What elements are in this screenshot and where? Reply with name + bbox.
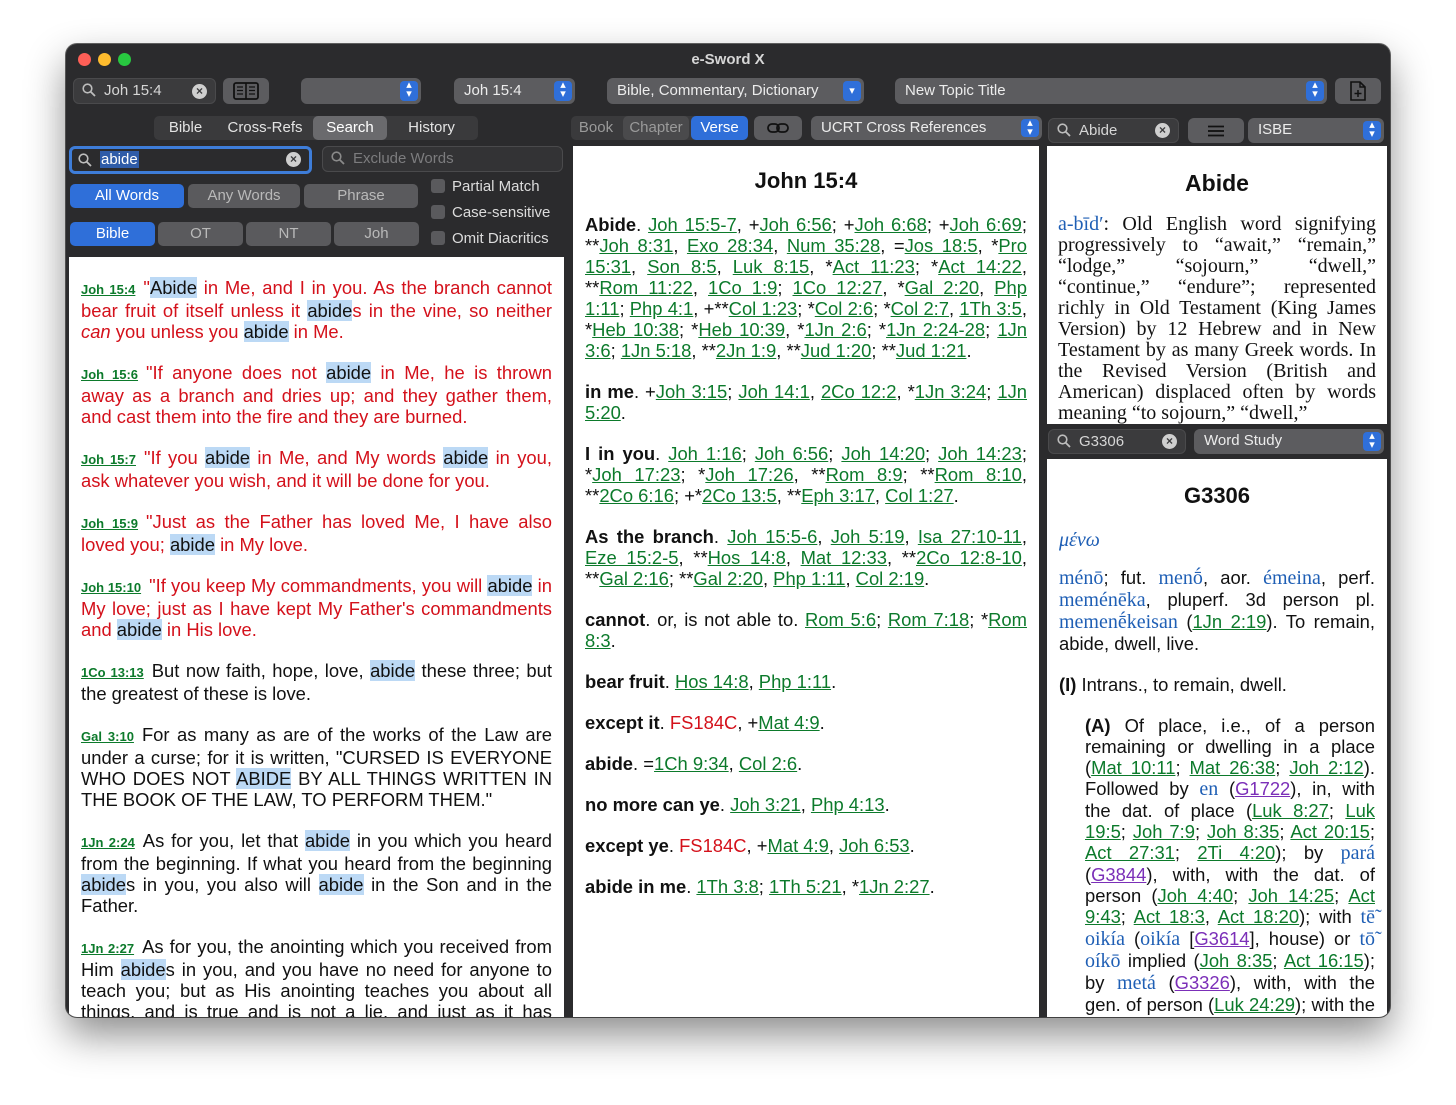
- word-study-controls: G3306 × Word Study ▴ ▾: [1046, 428, 1386, 458]
- bible-version-popup[interactable]: ▴ ▾: [301, 78, 421, 104]
- mode-all-words[interactable]: All Words: [70, 184, 184, 208]
- list-item[interactable]: Joh 15:4 "Abide in Me, and I in you. As t…: [81, 277, 552, 342]
- list-item[interactable]: 1Jn 2:24 As for you, let that abide in yo…: [81, 830, 552, 916]
- word-study-heading: G3306: [1183, 483, 1251, 508]
- topic-popup[interactable]: New Topic Title ▴ ▾: [895, 78, 1327, 104]
- chevron-updown-icon: ▴ ▾: [1363, 120, 1381, 140]
- window-title: e-Sword X: [691, 51, 765, 68]
- scope-joh[interactable]: Joh: [334, 222, 419, 246]
- search-icon: [1057, 434, 1071, 448]
- list-item[interactable]: Joh 15:10 "If you keep My commandments, y…: [81, 575, 552, 640]
- tab-verse[interactable]: Verse: [691, 116, 748, 140]
- layout-popup[interactable]: Bible, Commentary, Dictionary ▾: [607, 78, 864, 104]
- search-icon: [331, 151, 345, 165]
- commentary-entry: bear fruit. Hos 14:8, Php 1:11.: [585, 671, 837, 692]
- commentary-entry: in me. +Joh 3:15; Joh 14:1, 2Co 12:2, *1…: [585, 381, 1027, 423]
- link-button[interactable]: [754, 116, 802, 140]
- commentary-entry: except ye. FS184C, +Mat 4:9, Joh 6:53.: [585, 835, 915, 856]
- commentary-entry: abide in me. 1Th 3:8; 1Th 5:21, *1Jn 2:2…: [585, 876, 935, 897]
- chevron-updown-icon: ▴ ▾: [400, 80, 418, 101]
- search-icon: [1057, 123, 1071, 137]
- tab-chapter[interactable]: Chapter: [623, 116, 689, 140]
- exclude-words-placeholder: Exclude Words: [353, 150, 454, 167]
- word-study-pane[interactable]: G3306 μένω ménō; fut. menṓ, aor. émeina,…: [1047, 459, 1387, 1017]
- verse-popup[interactable]: Joh 15:4 ▴ ▾: [454, 78, 575, 104]
- list-item[interactable]: Joh 15:6 "If anyone does not abide in Me,…: [81, 362, 552, 427]
- commentary-entry: abide. =1Ch 9:34, Col 2:6.: [585, 753, 803, 774]
- dictionary-search-input[interactable]: Abide ×: [1048, 118, 1179, 143]
- scope-tab-bar: Book Chapter Verse: [571, 116, 748, 140]
- chevron-updown-icon: ▴ ▾: [1363, 431, 1381, 451]
- commentary-entry: except it. FS184C, +Mat 4:9.: [585, 712, 825, 733]
- nav-search-value: Joh 15:4: [104, 82, 162, 99]
- search-value: abide: [100, 151, 139, 168]
- checkbox[interactable]: [431, 179, 445, 193]
- clear-icon[interactable]: ×: [192, 84, 207, 99]
- option-case-sensitive[interactable]: Case-sensitive: [431, 204, 550, 224]
- chevron-updown-icon: ▴ ▾: [1021, 118, 1039, 138]
- nav-search-input[interactable]: Joh 15:4 ×: [73, 78, 216, 104]
- clear-icon[interactable]: ×: [1155, 123, 1170, 138]
- mode-any-words[interactable]: Any Words: [188, 184, 300, 208]
- checkbox[interactable]: [431, 231, 445, 245]
- document-icon: [1350, 81, 1366, 101]
- app-window: e-Sword X Joh 15:4 × ▴ ▾ Joh 15:4 ▴ ▾ Bibl…: [66, 44, 1390, 1017]
- commentary-entry: cannot. or, is not able to. Rom 5:6; Rom…: [585, 609, 1027, 651]
- chevron-updown-icon: ▴ ▾: [1306, 80, 1324, 101]
- new-document-button[interactable]: [1335, 78, 1381, 104]
- mode-phrase[interactable]: Phrase: [304, 184, 418, 208]
- left-tab-bar: Bible Cross-Refs Search History: [154, 116, 478, 140]
- search-results-pane[interactable]: Joh 15:4 "Abide in Me, and I in you. As t…: [69, 257, 564, 1017]
- commentary-entry: I in you. Joh 1:16; Joh 6:56; Joh 14:20;…: [585, 443, 1027, 506]
- dictionary-entry: a-bīd′: Old English word signifying prog…: [1058, 213, 1376, 424]
- search-icon: [78, 153, 92, 167]
- option-omit-diacritics[interactable]: Omit Diacritics: [431, 230, 549, 250]
- commentary-pane[interactable]: John 15:4 Abide. Joh 15:5-7, +Joh 6:56; …: [573, 146, 1039, 1017]
- commentary-heading: John 15:4: [754, 168, 858, 193]
- checkbox[interactable]: [431, 205, 445, 219]
- list-item[interactable]: 1Jn 2:27 As for you, the anointing which …: [81, 936, 552, 1017]
- list-item[interactable]: Gal 3:10 For as many as are of the works …: [81, 724, 552, 810]
- commentary-entry: As the branch. Joh 15:5-6, Joh 5:19, Isa…: [585, 526, 1027, 589]
- commentary-entry: no more can ye. Joh 3:21, Php 4:13.: [585, 794, 890, 815]
- dictionary-controls: Abide × ISBE ▴ ▾: [1046, 116, 1386, 146]
- tab-bible[interactable]: Bible: [154, 116, 217, 140]
- tab-search[interactable]: Search: [313, 116, 387, 140]
- exclude-words-input[interactable]: Exclude Words: [322, 146, 563, 172]
- word-study-entry: μένω ménō; fut. menṓ, aor. émeina, perf.…: [1059, 529, 1376, 1018]
- tab-history[interactable]: History: [389, 116, 474, 140]
- clear-icon[interactable]: ×: [286, 152, 301, 167]
- title-bar: e-Sword X: [66, 44, 1390, 74]
- book-icon: [233, 82, 259, 100]
- chevron-down-icon: ▾: [843, 81, 861, 101]
- commentary-entry: Abide. Joh 15:5-7, +Joh 6:56; +Joh 6:68;…: [585, 214, 1027, 361]
- toolbar: Joh 15:4 × ▴ ▾ Joh 15:4 ▴ ▾ Bible, Comment…: [66, 74, 1390, 116]
- commentary-module-popup[interactable]: UCRT Cross References ▴ ▾: [811, 116, 1042, 140]
- word-study-search-input[interactable]: G3306 ×: [1048, 429, 1186, 454]
- search-icon: [82, 83, 96, 97]
- list-item[interactable]: Joh 15:9 "Just as the Father has loved Me…: [81, 511, 552, 555]
- search-input[interactable]: abide ×: [69, 146, 312, 174]
- list-item[interactable]: Joh 15:7 "If you abide in Me, and My word…: [81, 447, 552, 491]
- left-panel-controls: Bible Cross-Refs Search History abide × …: [66, 116, 566, 256]
- scope-bible[interactable]: Bible: [70, 222, 155, 246]
- bible-book-button[interactable]: [223, 78, 269, 104]
- commentary-controls: Book Chapter Verse UCRT Cross References…: [571, 116, 1042, 146]
- dictionary-heading: Abide: [1185, 170, 1249, 196]
- option-partial-match[interactable]: Partial Match: [431, 178, 540, 198]
- scope-ot[interactable]: OT: [158, 222, 243, 246]
- tab-book[interactable]: Book: [571, 116, 621, 140]
- dictionary-module-popup[interactable]: ISBE ▴ ▾: [1248, 118, 1384, 143]
- list-button[interactable]: [1188, 118, 1244, 143]
- word-study-module-popup[interactable]: Word Study ▴ ▾: [1194, 429, 1384, 454]
- scope-nt[interactable]: NT: [246, 222, 331, 246]
- chevron-updown-icon: ▴ ▾: [554, 80, 572, 101]
- clear-icon[interactable]: ×: [1162, 434, 1177, 449]
- tab-cross-refs[interactable]: Cross-Refs: [219, 116, 311, 140]
- list-icon: [1208, 125, 1224, 137]
- list-item[interactable]: 1Co 13:13 But now faith, hope, love, abid…: [81, 660, 552, 704]
- dictionary-pane[interactable]: Abide a-bīd′: Old English word signifyin…: [1047, 146, 1387, 424]
- link-icon: [767, 123, 789, 133]
